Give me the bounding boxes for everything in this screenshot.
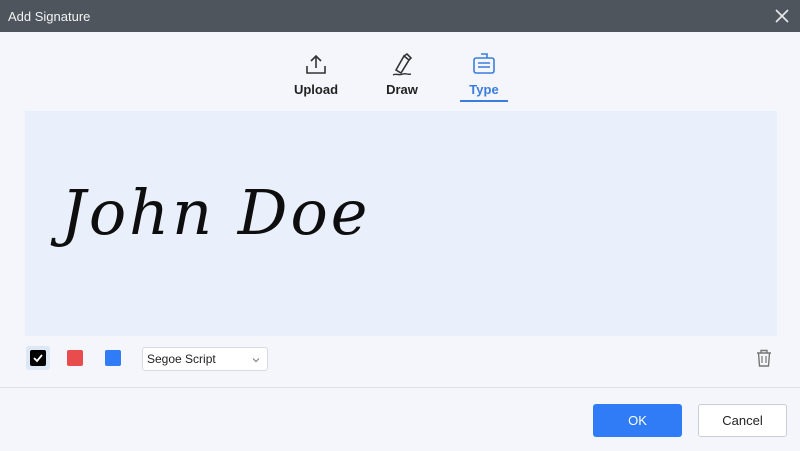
signature-toolbar: Segoe Script <box>0 344 800 374</box>
tab-type[interactable]: Type <box>454 52 514 102</box>
tab-type-label: Type <box>469 82 499 97</box>
color-swatch-blue[interactable] <box>101 346 125 370</box>
check-icon <box>33 354 43 363</box>
ok-button[interactable]: OK <box>593 404 682 437</box>
footer-divider <box>0 387 800 388</box>
signature-tabs: Upload Draw Type <box>0 52 800 102</box>
title-bar: Add Signature <box>0 0 800 32</box>
red-swatch <box>67 350 83 366</box>
pen-icon <box>389 52 415 78</box>
active-tab-indicator <box>460 100 508 102</box>
signature-canvas[interactable]: John Doe <box>25 111 777 336</box>
window-title: Add Signature <box>8 9 91 24</box>
chevron-down-icon <box>252 358 260 363</box>
delete-signature-button[interactable] <box>753 346 775 370</box>
tab-draw[interactable]: Draw <box>372 52 432 102</box>
trash-icon <box>757 349 771 367</box>
tab-upload[interactable]: Upload <box>286 52 346 102</box>
keyboard-icon <box>471 52 497 78</box>
font-select[interactable]: Segoe Script <box>142 347 268 371</box>
upload-icon <box>303 52 329 78</box>
tab-draw-label: Draw <box>386 82 418 97</box>
black-swatch <box>30 350 46 366</box>
font-select-value: Segoe Script <box>147 352 216 366</box>
signature-text: John Doe <box>61 176 371 249</box>
color-swatch-red[interactable] <box>63 346 87 370</box>
cancel-button[interactable]: Cancel <box>698 404 787 437</box>
close-icon[interactable] <box>770 4 794 28</box>
color-swatch-black[interactable] <box>26 346 50 370</box>
tab-upload-label: Upload <box>293 82 339 97</box>
blue-swatch <box>105 350 121 366</box>
